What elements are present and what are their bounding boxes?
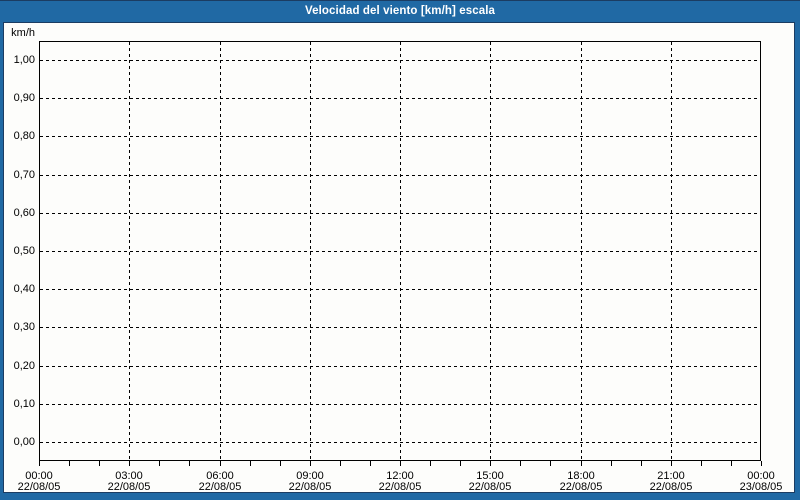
plot-area xyxy=(39,41,761,461)
x-tick-date-label: 22/08/05 xyxy=(378,481,422,493)
y-tick-label: 1,00 xyxy=(13,54,35,66)
x-axis-tick xyxy=(520,461,521,466)
x-axis-tick xyxy=(39,461,40,466)
y-tick-label: 0,60 xyxy=(13,207,35,219)
x-axis-tick xyxy=(490,461,491,466)
x-axis-tick xyxy=(220,461,221,466)
y-tick-label: 0,40 xyxy=(13,283,35,295)
x-tick-date-label: 22/08/05 xyxy=(559,481,603,493)
x-gridline xyxy=(220,42,221,460)
x-axis-tick xyxy=(430,461,431,466)
x-tick-date-label: 22/08/05 xyxy=(288,481,332,493)
x-axis-tick xyxy=(460,461,461,466)
x-axis-tick xyxy=(189,461,190,466)
x-tick-date-label: 22/08/05 xyxy=(468,481,512,493)
x-axis-tick xyxy=(761,461,762,466)
x-tick-date-label: 22/08/05 xyxy=(107,481,151,493)
y-tick-label: 0,10 xyxy=(13,398,35,410)
y-tick-label: 0,20 xyxy=(13,360,35,372)
x-axis-tick xyxy=(581,461,582,466)
window-titlebar[interactable]: Velocidad del viento [km/h] escala xyxy=(0,0,800,22)
x-axis-tick xyxy=(310,461,311,466)
x-axis-tick xyxy=(671,461,672,466)
x-axis-tick xyxy=(641,461,642,466)
chart-window: Velocidad del viento [km/h] escala km/h … xyxy=(0,0,800,500)
x-gridline xyxy=(490,42,491,460)
x-axis-tick xyxy=(340,461,341,466)
y-axis-unit-label: km/h xyxy=(11,27,35,39)
x-tick-date-label: 22/08/05 xyxy=(198,481,242,493)
x-axis-tick xyxy=(400,461,401,466)
y-tick-label: 0,00 xyxy=(13,436,35,448)
x-axis-tick xyxy=(370,461,371,466)
x-axis-tick xyxy=(99,461,100,466)
x-axis-tick xyxy=(129,461,130,466)
y-tick-label: 0,50 xyxy=(13,245,35,257)
x-gridline xyxy=(310,42,311,460)
window-title: Velocidad del viento [km/h] escala xyxy=(304,5,496,17)
y-tick-label: 0,30 xyxy=(13,321,35,333)
x-gridline xyxy=(671,42,672,460)
x-axis-tick xyxy=(701,461,702,466)
x-tick-date-label: 22/08/05 xyxy=(17,481,61,493)
x-tick-date-label: 23/08/05 xyxy=(739,481,783,493)
x-axis-tick xyxy=(250,461,251,466)
x-axis-tick xyxy=(611,461,612,466)
x-tick-date-label: 22/08/05 xyxy=(649,481,693,493)
x-axis-tick xyxy=(280,461,281,466)
y-tick-label: 0,80 xyxy=(13,130,35,142)
x-gridline xyxy=(129,42,130,460)
y-tick-label: 0,70 xyxy=(13,169,35,181)
x-axis-tick xyxy=(69,461,70,466)
y-tick-label: 0,90 xyxy=(13,92,35,104)
x-axis-tick xyxy=(550,461,551,466)
chart-content: km/h 1,00 0,90 0,80 0,70 0,60 0,50 0,40 0,30 0,2… xyxy=(3,22,795,493)
x-axis-tick xyxy=(159,461,160,466)
x-axis-tick xyxy=(731,461,732,466)
x-gridline xyxy=(400,42,401,460)
x-gridline xyxy=(581,42,582,460)
